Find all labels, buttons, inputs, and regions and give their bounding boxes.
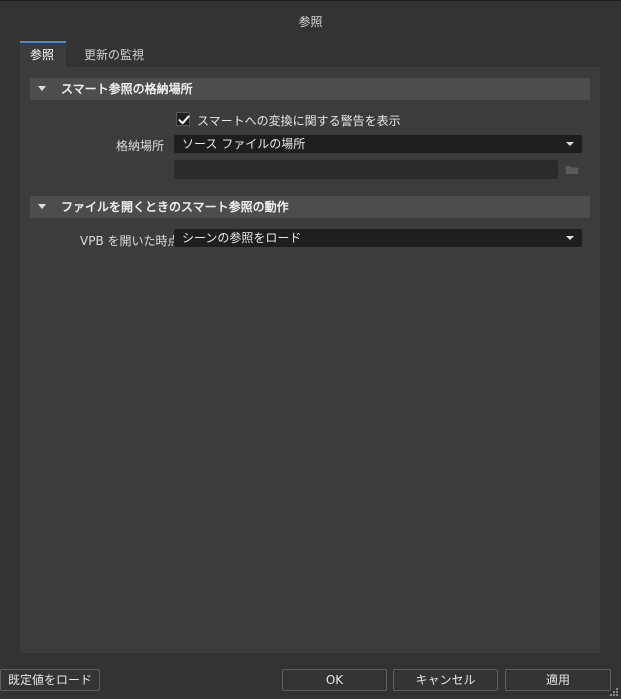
tab-panel: スマート参照の格納場所 スマートへの変換に関する警告を表示 格納場所 ソース フ…	[20, 67, 600, 653]
checkmark-icon	[178, 115, 190, 125]
vpb-open-select[interactable]: シーンの参照をロード	[174, 229, 582, 247]
resize-grip-icon[interactable]	[609, 687, 619, 697]
section-header-storage[interactable]: スマート参照の格納場所	[30, 78, 590, 100]
window-title: 参照	[298, 15, 323, 29]
apply-button[interactable]: 適用	[505, 669, 611, 691]
section-header-open-behavior[interactable]: ファイルを開くときのスマート参照の動作	[30, 196, 590, 218]
caret-down-icon	[38, 204, 46, 209]
show-warning-label: スマートへの変換に関する警告を表示	[197, 114, 401, 128]
storage-location-select[interactable]: ソース ファイルの場所	[174, 135, 582, 153]
load-defaults-button[interactable]: 既定値をロード	[0, 669, 100, 691]
vpb-open-value: シーンの参照をロード	[182, 231, 302, 245]
show-warning-checkbox[interactable]	[176, 112, 190, 126]
dropdown-arrow-icon	[566, 236, 574, 240]
storage-location-label: 格納場所	[116, 139, 165, 153]
vpb-open-label: VPB を開いた時点	[80, 234, 180, 248]
storage-location-value: ソース ファイルの場所	[182, 137, 306, 151]
section-title-open-behavior: ファイルを開くときのスマート参照の動作	[61, 200, 289, 214]
section-title-storage: スマート参照の格納場所	[61, 82, 193, 96]
dropdown-arrow-icon	[566, 142, 574, 146]
tab-references[interactable]: 参照	[20, 41, 66, 67]
ok-button[interactable]: OK	[282, 669, 387, 691]
tab-update-monitoring[interactable]: 更新の監視	[74, 43, 154, 67]
folder-icon[interactable]	[565, 164, 579, 175]
storage-path-field[interactable]	[174, 160, 558, 179]
cancel-button[interactable]: キャンセル	[393, 669, 498, 691]
caret-down-icon	[38, 86, 46, 91]
preferences-dialog: 参照 参照 更新の監視 スマート参照の格納場所 スマートへの変換に関する警告を表…	[0, 0, 621, 699]
